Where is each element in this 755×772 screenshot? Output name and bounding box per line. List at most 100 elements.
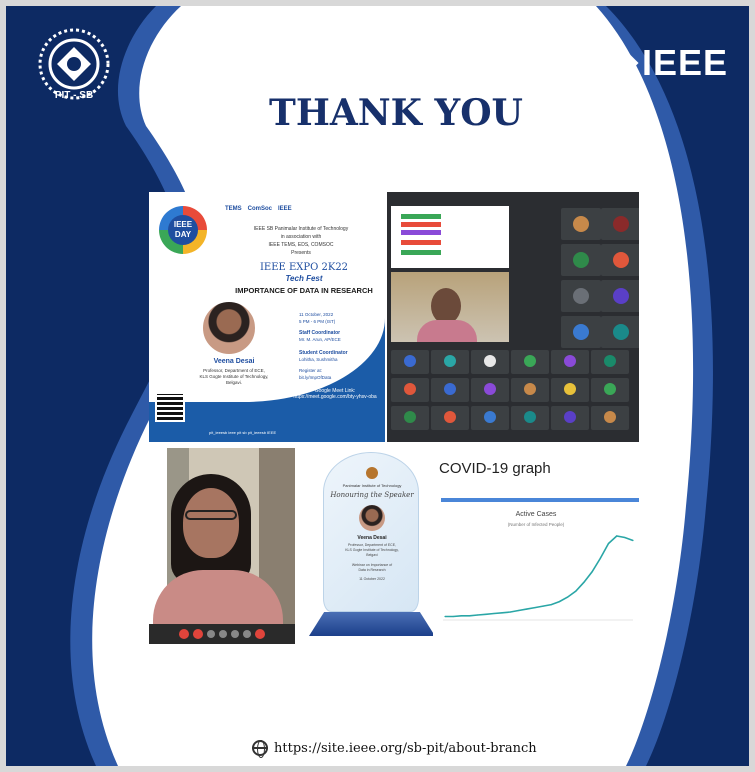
speaker-role: Professor, Department of ECE, KLS Gogte … [179, 368, 289, 386]
participant-tile [471, 350, 509, 374]
captions-icon[interactable] [207, 630, 215, 638]
plaque-script: Honouring the Speaker [330, 491, 414, 499]
data-point [567, 596, 569, 598]
raise-hand-icon[interactable] [219, 630, 227, 638]
data-point [518, 609, 520, 612]
speaker-role-line: Belgavi. [225, 380, 242, 385]
data-point [550, 604, 552, 606]
slide-frame: PIT - SB IEEE THANK YOU IEEE DAY TEMS Co… [6, 6, 749, 766]
speaker-glasses [185, 510, 237, 520]
camera-off-icon[interactable] [193, 629, 203, 639]
participant-tile [601, 244, 639, 276]
plaque-webinar: Data in Research [358, 568, 386, 572]
shared-slide-thumbnail [391, 206, 509, 268]
poster-org-line: Presents [291, 250, 311, 256]
register-label: Register at: [299, 368, 323, 373]
pit-sb-label: PIT - SB [54, 90, 94, 101]
data-point [558, 601, 560, 603]
participant-tile [591, 406, 629, 430]
data-point [607, 542, 610, 545]
active-cases-line [445, 535, 634, 618]
tems-logo: TEMS [225, 206, 242, 212]
covid-chart: Active Cases (Number of Infected People) [443, 511, 634, 621]
participant-tile [511, 406, 549, 430]
staff-coordinator-label: Staff Coordinator [299, 330, 340, 336]
participant-tile [471, 378, 509, 402]
data-point [542, 605, 544, 607]
speaker-webcam [149, 448, 295, 644]
data-point [477, 614, 479, 616]
speaker-head [431, 288, 461, 324]
participant-tile [391, 406, 429, 430]
slide-bar [401, 230, 441, 235]
speaker-video-tile [391, 272, 509, 342]
register-link[interactable]: bit.ly/ImpOfData [299, 375, 331, 380]
ieee-wordmark: IEEE [642, 42, 729, 83]
staff-coordinator-name: Mr. M. Arun, AP/ECE [299, 337, 341, 342]
footer: https://site.ieee.org/sb-pit/about-branc… [252, 740, 537, 758]
ieee-day-badge: IEEE DAY [159, 206, 207, 254]
plaque-speaker-photo [359, 505, 385, 531]
pit-sb-logo [28, 24, 120, 116]
globe-icon [252, 740, 268, 758]
data-point [452, 615, 454, 618]
slide-bar [401, 250, 441, 255]
data-point [526, 608, 528, 610]
participant-tile [561, 280, 601, 312]
comsoc-logo: ComSoc [247, 206, 273, 212]
participant-tile [391, 350, 429, 374]
participant-tile [561, 316, 601, 348]
poster-topic: IMPORTANCE OF DATA IN RESEARCH [235, 286, 373, 295]
slide-bar [401, 222, 441, 227]
speaker-name: Veena Desai [213, 358, 255, 365]
data-point [485, 613, 487, 615]
participant-tile [551, 378, 589, 402]
call-controls [149, 624, 295, 644]
data-point [468, 615, 471, 617]
slide-bar [401, 214, 441, 219]
participant-tile [591, 378, 629, 402]
participant-tile [551, 350, 589, 374]
collage: IEEE DAY TEMS ComSoc IEEE IEEE SB Panima… [149, 192, 639, 644]
participant-tile [561, 208, 601, 240]
poster-expo-title: IEEE EXPO 2K22 [259, 262, 349, 273]
data-point [583, 581, 585, 583]
student-coordinator-label-text: Student Coordinator [299, 350, 348, 356]
mic-off-icon[interactable] [179, 629, 189, 639]
end-call-icon[interactable] [255, 629, 265, 639]
more-options-icon[interactable] [243, 630, 251, 638]
plaque-date: 11 October 2022 [359, 577, 385, 581]
speaker-face [183, 488, 239, 558]
ieee-day-label: IEEE DAY [168, 215, 198, 245]
participant-tile [511, 350, 549, 374]
data-point [444, 615, 446, 618]
data-point [509, 611, 511, 613]
data-point [632, 539, 634, 542]
participant-tile [601, 280, 639, 312]
poster-org-line: in association with [280, 234, 322, 240]
google-meet-link[interactable]: https://meet.google.com/bty-yhsv-oba [289, 394, 381, 400]
participant-tile [431, 406, 469, 430]
participant-tile [431, 378, 469, 402]
present-icon[interactable] [231, 630, 239, 638]
google-meet-screenshot [387, 192, 639, 442]
ieee-small-logo: IEEE [278, 206, 292, 212]
ieee-logo: IEEE [607, 42, 729, 84]
footer-url[interactable]: https://site.ieee.org/sb-pit/about-branc… [274, 741, 537, 756]
chart-subtitle: (Number of Infected People) [508, 522, 565, 527]
covid-chart-panel: COVID-19 graph Active Cases (Number of I… [433, 448, 639, 644]
speaker-photo [201, 300, 257, 356]
google-meet-info: Google Meet Link: https://meet.google.co… [289, 388, 381, 400]
data-point [501, 612, 503, 614]
plaque-org: Panimalar Institute of Technology [342, 483, 402, 488]
college-seal-icon [366, 467, 378, 479]
poster-tech-fest: Tech Fest [285, 274, 323, 283]
poster-time: 5 PM - 6 PM (IST) [299, 319, 336, 324]
chart-series [444, 535, 634, 618]
poster-org-line: IEEE SB Panimalar Institute of Technolog… [253, 226, 349, 232]
plaque-base [309, 612, 435, 636]
data-point [534, 607, 536, 609]
plaque-speaker-name: Veena Desai [357, 535, 387, 541]
data-point [591, 571, 593, 573]
chart-title: Active Cases [516, 511, 557, 518]
